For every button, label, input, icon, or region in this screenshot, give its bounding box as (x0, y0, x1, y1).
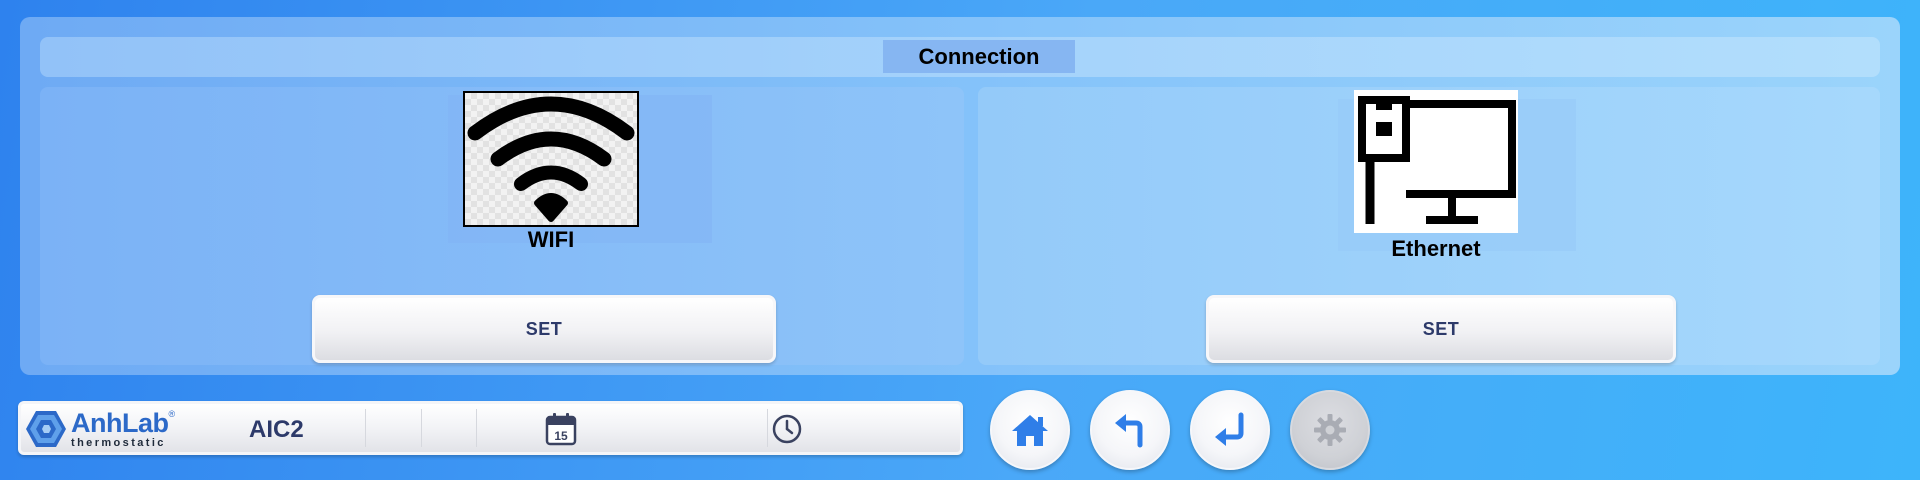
status-bar: AnhLab® thermostatic AIC2 15 (18, 401, 963, 455)
wifi-icon (463, 91, 639, 227)
page-title: Connection (883, 40, 1075, 73)
ethernet-card: Ethernet SET (978, 87, 1880, 365)
home-button[interactable] (990, 390, 1070, 470)
enter-button[interactable] (1190, 390, 1270, 470)
device-name: AIC2 (249, 416, 304, 443)
wifi-label: WIFI (527, 227, 575, 252)
back-button[interactable] (1090, 390, 1170, 470)
divider (767, 409, 768, 447)
brand-registered-mark: ® (168, 408, 176, 419)
wifi-card: WIFI SET (40, 87, 964, 365)
brand-logo: AnhLab® thermostatic (25, 407, 187, 451)
ethernet-icon (1354, 90, 1518, 233)
title-bar: Connection (40, 37, 1880, 77)
settings-button[interactable] (1290, 390, 1370, 470)
brand-name: AnhLab (71, 407, 169, 438)
divider (421, 409, 422, 447)
brand-hexagon-icon (26, 411, 66, 447)
divider (476, 409, 477, 447)
calendar-icon-day: 15 (554, 429, 568, 443)
divider (365, 409, 366, 447)
clock-icon (771, 413, 803, 445)
gear-icon (1314, 414, 1346, 446)
wifi-set-button[interactable]: SET (312, 295, 776, 363)
undo-arrow-icon (1115, 414, 1143, 448)
ethernet-set-button[interactable]: SET (1206, 295, 1676, 363)
connection-panel: Connection WIFI SET Ethernet SET (20, 17, 1900, 375)
brand-subtitle: thermostatic (71, 436, 166, 449)
ethernet-label: Ethernet (1391, 236, 1481, 261)
home-icon (1012, 415, 1048, 446)
enter-arrow-icon (1215, 412, 1244, 446)
calendar-icon: 15 (545, 412, 577, 446)
